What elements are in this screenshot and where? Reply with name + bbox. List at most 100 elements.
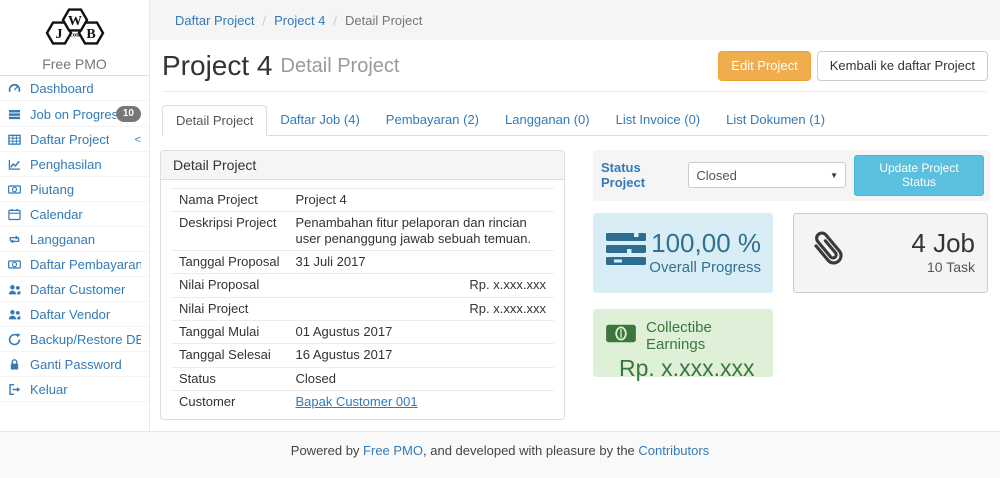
row-value: Rp. x.xxx.xxx <box>287 274 554 297</box>
customer-link[interactable]: Bapak Customer 001 <box>295 394 417 409</box>
overall-progress-card: 100,00 % Overall Progress <box>593 213 773 293</box>
job-count-value: 4 Job <box>911 229 975 259</box>
sidebar-item-label: Calendar <box>30 207 83 222</box>
row-label: Deskripsi Project <box>171 212 287 251</box>
update-project-status-button[interactable]: Update Project Status <box>854 155 984 196</box>
lock-icon <box>8 358 25 372</box>
sidebar-item-backup-restore-db[interactable]: Backup/Restore DB <box>0 327 149 352</box>
logo-letter-w: W <box>68 14 82 29</box>
money-icon <box>8 258 25 272</box>
logo[interactable]: J W B .com Free PMO <box>0 0 149 76</box>
edit-project-button[interactable]: Edit Project <box>718 51 810 81</box>
tab-daftar-job[interactable]: Daftar Job (4) <box>267 105 372 136</box>
sidebar-item-label: Penghasilan <box>30 157 102 172</box>
sidebar-item-calendar[interactable]: Calendar <box>0 202 149 227</box>
row-label: Tanggal Proposal <box>171 250 287 273</box>
table-row: Nilai Proposal Rp. x.xxx.xxx <box>171 274 554 297</box>
sidebar-item-label: Daftar Vendor <box>30 307 110 322</box>
sidebar-item-langganan[interactable]: Langganan <box>0 227 149 252</box>
task-count-label: 10 Task <box>911 259 975 276</box>
table-row: Tanggal Mulai 01 Agustus 2017 <box>171 320 554 343</box>
page-title: Project 4 <box>162 50 273 82</box>
sidebar-item-ganti-password[interactable]: Ganti Password <box>0 352 149 377</box>
free-pmo-app: J W B .com Free PMO Dashboard Job on Pro… <box>0 0 1000 478</box>
sidebar-item-piutang[interactable]: Piutang <box>0 177 149 202</box>
collectible-earnings-card: Collectibe Earnings Rp. x.xxx.xxx <box>593 309 773 377</box>
row-value: 01 Agustus 2017 <box>287 320 554 343</box>
footer-text-prefix: Powered by <box>291 443 363 458</box>
breadcrumb: Daftar Project / Project 4 / Detail Proj… <box>150 0 1000 40</box>
tab-detail-project[interactable]: Detail Project <box>162 105 267 136</box>
contributors-link[interactable]: Contributors <box>638 443 709 458</box>
tab-list-invoice[interactable]: List Invoice (0) <box>603 105 714 136</box>
row-value: 16 Agustus 2017 <box>287 344 554 367</box>
row-value: Rp. x.xxx.xxx <box>287 297 554 320</box>
free-pmo-link[interactable]: Free PMO <box>363 443 423 458</box>
chevron-down-icon: ▼ <box>830 171 838 180</box>
tab-langganan[interactable]: Langganan (0) <box>492 105 603 136</box>
footer: Powered by Free PMO, and developed with … <box>0 431 1000 478</box>
table-row: Deskripsi Project Penambahan fitur pelap… <box>171 212 554 251</box>
sidebar-item-label: Daftar Customer <box>30 282 125 297</box>
status-select[interactable]: Closed ▼ <box>688 162 846 188</box>
row-value: 31 Juli 2017 <box>287 250 554 273</box>
sidebar-item-daftar-project[interactable]: Daftar Project < <box>0 127 149 152</box>
row-value: Project 4 <box>287 189 554 212</box>
sidebar-item-dashboard[interactable]: Dashboard <box>0 76 149 101</box>
sidebar-item-daftar-customer[interactable]: Daftar Customer <box>0 277 149 302</box>
logo-letter-b: B <box>86 27 95 42</box>
row-label: Nilai Project <box>171 297 287 320</box>
panel-title: Detail Project <box>161 151 564 180</box>
sidebar-item-label: Job on Progress <box>30 107 116 122</box>
detail-project-panel: Detail Project Nama Project Project 4 De… <box>160 150 565 420</box>
status-selected-option: Closed <box>696 168 736 183</box>
sidebar-item-penghasilan[interactable]: Penghasilan <box>0 152 149 177</box>
row-label: Customer <box>171 390 287 413</box>
users-icon <box>8 308 25 322</box>
row-label: Nilai Proposal <box>171 274 287 297</box>
page-subtitle: Detail Project <box>281 55 400 78</box>
table-row: Nilai Project Rp. x.xxx.xxx <box>171 297 554 320</box>
breadcrumb-project-4[interactable]: Project 4 <box>274 13 325 28</box>
page-header: Project 4 Detail Project Edit Project Ke… <box>162 50 988 92</box>
jwb-logo-icon: J W B .com <box>35 7 115 49</box>
sidebar-item-daftar-vendor[interactable]: Daftar Vendor <box>0 302 149 327</box>
sidebar-item-label: Langganan <box>30 232 95 247</box>
status-project-label: Status Project <box>601 160 680 190</box>
back-to-project-list-button[interactable]: Kembali ke daftar Project <box>817 51 988 81</box>
calendar-icon <box>8 208 25 222</box>
table-icon <box>8 133 25 147</box>
tasks-icon <box>8 107 25 121</box>
overall-progress-value: 100,00 % <box>649 229 761 259</box>
job-count-badge: 10 <box>116 106 141 122</box>
money-icon <box>605 323 646 348</box>
earnings-value: Rp. x.xxx.xxx <box>605 355 761 382</box>
sidebar-item-keluar[interactable]: Keluar <box>0 377 149 402</box>
sidebar-item-label: Backup/Restore DB <box>30 332 141 347</box>
footer-text-middle: , and developed with pleasure by the <box>423 443 638 458</box>
status-project-form: Status Project Closed ▼ Update Project S… <box>593 150 990 201</box>
logo-letter-j: J <box>55 27 62 42</box>
breadcrumb-separator: / <box>262 13 266 28</box>
sign-out-icon <box>8 383 25 397</box>
dashboard-icon <box>8 82 25 96</box>
table-row: Status Closed <box>171 367 554 390</box>
tab-pembayaran[interactable]: Pembayaran (2) <box>373 105 492 136</box>
table-row: Tanggal Selesai 16 Agustus 2017 <box>171 344 554 367</box>
table-row: Nama Project Project 4 <box>171 189 554 212</box>
row-label: Status <box>171 367 287 390</box>
refresh-icon <box>8 333 25 347</box>
row-label: Tanggal Selesai <box>171 344 287 367</box>
paperclip-icon <box>806 224 852 281</box>
tab-list-dokumen[interactable]: List Dokumen (1) <box>713 105 838 136</box>
sidebar-item-job-on-progress[interactable]: Job on Progress 10 <box>0 101 149 127</box>
users-icon <box>8 283 25 297</box>
money-icon <box>8 183 25 197</box>
sidebar-item-label: Daftar Project <box>30 132 109 147</box>
breadcrumb-daftar-project[interactable]: Daftar Project <box>175 13 254 28</box>
brand-name: Free PMO <box>0 56 149 72</box>
sidebar-item-daftar-pembayaran[interactable]: Daftar Pembayaran <box>0 252 149 277</box>
sidebar-item-label: Ganti Password <box>30 357 122 372</box>
project-tabs: Detail Project Daftar Job (4) Pembayaran… <box>162 105 988 136</box>
line-chart-icon <box>8 158 25 172</box>
